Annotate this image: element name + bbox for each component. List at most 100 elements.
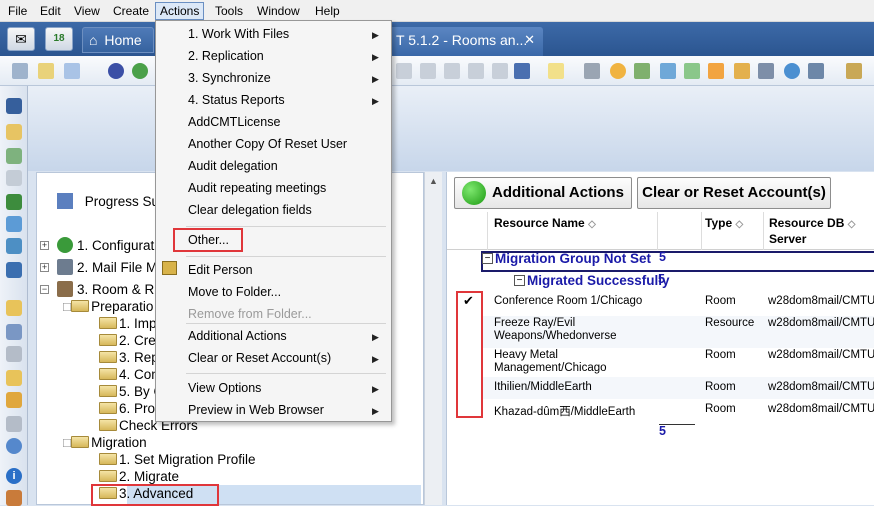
tree-node-preparation[interactable]: □ Preparatio [63,299,153,314]
refresh-icon[interactable] [784,63,800,79]
column-header-resource-db[interactable]: Resource DB ◇ Server [769,216,855,247]
tree-node-prep-3[interactable]: 3. Rep [99,350,159,365]
tab-rooms-resources[interactable]: T 5.1.2 - Rooms an... ✕ [388,27,543,56]
tree-progress[interactable]: Progress Su [57,193,159,209]
menu-item-additional-actions[interactable]: Additional Actions [188,329,287,343]
tool-icon[interactable] [708,63,724,79]
tool-icon[interactable] [808,63,824,79]
menu-item-synchronize[interactable]: 3. Synchronize [188,71,271,85]
tree-progress-label: Progress Su [84,194,160,209]
edit-icon[interactable] [38,63,54,79]
column-header-type[interactable]: Type ◇ [705,216,743,230]
info-icon[interactable]: i [6,468,22,484]
forward-icon[interactable] [64,63,80,79]
menu-edit[interactable]: Edit [36,3,65,19]
tool-icon[interactable] [444,63,460,79]
todo-icon[interactable] [6,194,22,210]
tree-node-configuration[interactable]: 1. Configurat [57,237,154,253]
submenu-arrow-icon: ▶ [372,384,379,394]
expand-icon[interactable]: + [40,263,49,272]
menu-create[interactable]: Create [109,3,153,19]
tool-icon[interactable] [514,63,530,79]
home-icon[interactable] [6,490,22,506]
tool-icon[interactable] [6,416,22,432]
menu-file[interactable]: File [4,3,31,19]
folder-icon [99,351,117,363]
tool-icon[interactable] [6,324,22,340]
collapse-icon[interactable]: − [482,253,493,264]
globe-icon[interactable] [6,438,22,454]
collapse-icon[interactable]: − [40,285,49,294]
menu-separator [186,373,386,374]
tool-icon[interactable] [6,238,22,254]
tree-node-prep-1[interactable]: 1. Imp [99,316,157,331]
replicate-icon[interactable] [6,216,22,232]
menu-help[interactable]: Help [311,3,344,19]
folder-icon[interactable] [6,300,22,316]
column-header-label: Resource DB [769,216,845,230]
tree-node-mail-file[interactable]: 2. Mail File M [57,259,157,275]
menu-item-edit-person[interactable]: Edit Person [188,263,253,277]
menu-item-audit-delegation[interactable]: Audit delegation [188,159,278,173]
tool-icon[interactable] [396,63,412,79]
tree-node-migration[interactable]: □ Migration [63,435,147,450]
tree-node-set-migration-profile[interactable]: 1. Set Migration Profile [99,452,256,467]
menu-item-replication[interactable]: 2. Replication [188,49,264,63]
menu-item-move-to-folder[interactable]: Move to Folder... [188,285,281,299]
calendar-icon[interactable] [6,148,22,164]
find-icon[interactable] [758,63,774,79]
folder-icon[interactable] [6,370,22,386]
mail-icon[interactable] [6,124,22,140]
tree-node-label: 2. Migrate [119,469,180,484]
tree-node-prep-4[interactable]: 4. Con [99,367,159,382]
menu-item-audit-repeating-meetings[interactable]: Audit repeating meetings [188,181,326,195]
tree-node-migrate[interactable]: 2. Migrate [99,469,179,484]
menu-item-another-copy-reset-user[interactable]: Another Copy Of Reset User [188,137,347,151]
add-icon[interactable] [684,63,700,79]
green-ball-icon[interactable] [132,63,148,79]
menu-item-status-reports[interactable]: 4. Status Reports [188,93,285,107]
tool-icon[interactable] [420,63,436,79]
folder-icon[interactable] [6,392,22,408]
print-icon[interactable] [584,63,600,79]
grip-icon [12,63,28,79]
binoculars-icon[interactable] [6,98,22,114]
scroll-up-icon[interactable]: ▲ [429,176,438,186]
tree-node-prep-2[interactable]: 2. Cre [99,333,156,348]
menu-item-preview-web-browser[interactable]: Preview in Web Browser [188,403,324,417]
menu-item-work-with-files[interactable]: 1. Work With Files [188,27,289,41]
collapse-icon[interactable]: − [514,275,525,286]
close-icon[interactable]: ✕ [524,27,535,53]
calendar-icon[interactable]: 18 [45,27,73,51]
expand-icon[interactable]: + [40,241,49,250]
tool-icon[interactable] [6,262,22,278]
block-icon[interactable] [610,63,626,79]
tab-home[interactable]: ⌂ Home [82,27,154,53]
menu-window[interactable]: Window [253,3,304,19]
new-document-icon[interactable] [548,63,564,79]
globe-icon[interactable] [108,63,124,79]
mail-icon[interactable]: ✉ [7,27,35,51]
menu-item-clear-delegation-fields[interactable]: Clear delegation fields [188,203,312,217]
key-icon[interactable] [634,63,650,79]
menu-view[interactable]: View [70,3,104,19]
menu-tools[interactable]: Tools [211,3,247,19]
contacts-icon[interactable] [6,170,22,186]
menu-actions[interactable]: Actions [155,2,205,20]
tool-icon[interactable] [492,63,508,79]
folder-icon[interactable] [6,346,22,362]
additional-actions-button[interactable]: Additional Actions [454,177,632,209]
menu-item-addcmtlicense[interactable]: AddCMTLicense [188,115,280,129]
column-header-resource-name[interactable]: Resource Name ◇ [494,216,596,230]
tool-icon[interactable] [846,63,862,79]
tree-node-prep-6[interactable]: 6. Pro [99,401,155,416]
tool-icon[interactable] [660,63,676,79]
tool-icon[interactable] [734,63,750,79]
tool-icon[interactable] [468,63,484,79]
tree-node-room-resources[interactable]: 3. Room & R [57,281,154,297]
tree-node-prep-5[interactable]: 5. By C [99,384,163,399]
menu-item-clear-reset-accounts[interactable]: Clear or Reset Account(s) [188,351,331,365]
tree-scrollbar[interactable]: ▲ [424,172,442,505]
clear-reset-accounts-button[interactable]: Clear or Reset Account(s) [637,177,831,209]
menu-item-view-options[interactable]: View Options [188,381,261,395]
